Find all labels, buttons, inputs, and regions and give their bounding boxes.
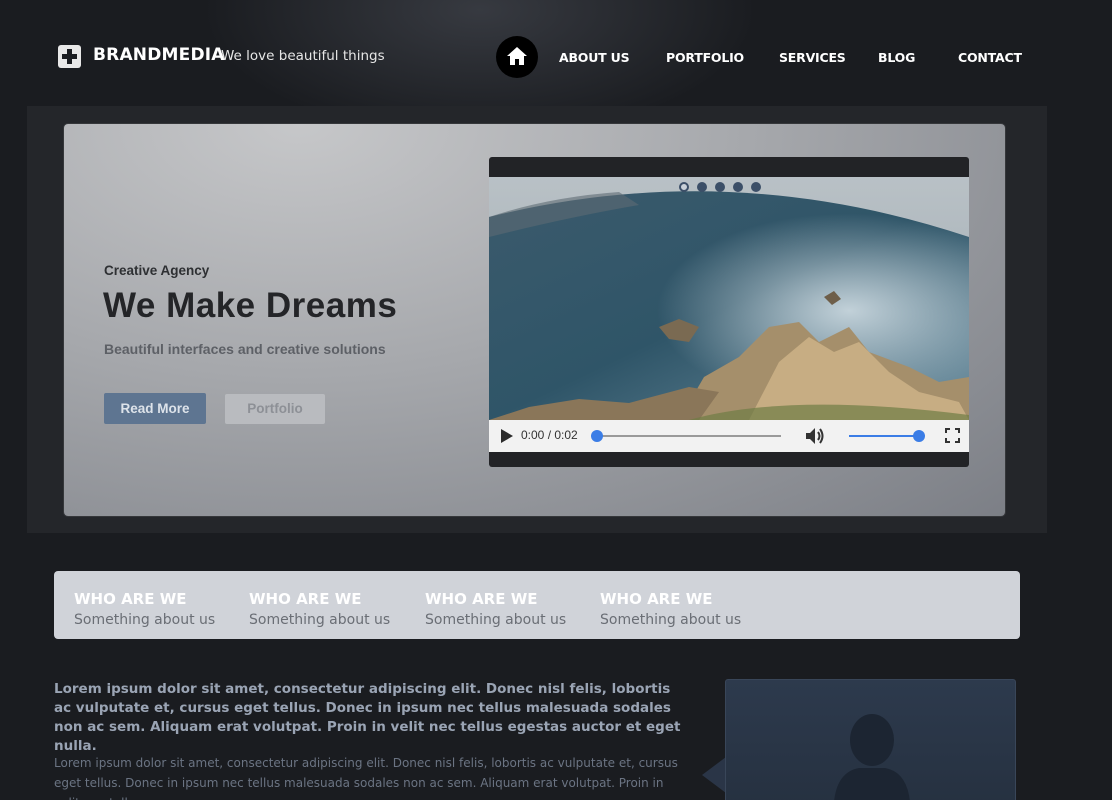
volume-knob[interactable] — [913, 430, 925, 442]
feature-tab-subtitle: Something about us — [425, 612, 567, 628]
slider-dot[interactable] — [697, 182, 707, 192]
slider-dot[interactable] — [751, 182, 761, 192]
slider-dots — [679, 182, 761, 192]
avatar-icon — [834, 714, 910, 800]
hero-headline: We Make Dreams — [103, 286, 398, 325]
feature-tab-title: WHO ARE WE — [425, 590, 538, 608]
lead-paragraph: Lorem ipsum dolor sit amet, consectetur … — [54, 681, 681, 754]
video-controls: 0:00 / 0:02 — [489, 420, 969, 452]
nav-blog[interactable]: BLOG — [878, 50, 915, 65]
feature-tab[interactable]: WHO ARE WE Something about us — [425, 590, 566, 628]
volume-icon[interactable] — [805, 427, 825, 445]
video-thumbnail — [489, 177, 969, 420]
portfolio-button[interactable]: Portfolio — [225, 394, 325, 424]
hero-subheadline: Beautiful interfaces and creative soluti… — [104, 341, 386, 357]
nav-services[interactable]: SERVICES — [779, 50, 846, 65]
read-more-button[interactable]: Read More — [104, 393, 206, 424]
home-icon — [507, 47, 527, 65]
brand-tagline: We love beautiful things — [221, 48, 385, 64]
video-progress-bar[interactable] — [597, 435, 781, 437]
brand-name[interactable]: BRANDMEDIA — [93, 45, 225, 65]
nav-portfolio[interactable]: PORTFOLIO — [666, 50, 744, 65]
body-paragraph: Lorem ipsum dolor sit amet, consectetur … — [54, 756, 678, 800]
video-time: 0:00 / 0:02 — [521, 428, 578, 442]
slider-dot[interactable] — [715, 182, 725, 192]
video-frame[interactable] — [489, 177, 969, 420]
play-icon[interactable] — [501, 429, 513, 443]
fullscreen-icon[interactable] — [945, 428, 960, 443]
slider-dot[interactable] — [733, 182, 743, 192]
feature-tab-subtitle: Something about us — [249, 612, 391, 628]
logo-plus-icon[interactable] — [58, 45, 81, 68]
feature-tab-subtitle: Something about us — [74, 612, 216, 628]
nav-about-us[interactable]: ABOUT US — [559, 50, 630, 65]
feature-tab[interactable]: WHO ARE WE Something about us — [249, 590, 390, 628]
feature-tab-subtitle: Something about us — [600, 612, 742, 628]
nav-contact[interactable]: CONTACT — [958, 50, 1022, 65]
volume-slider[interactable] — [849, 435, 919, 437]
feature-tab-title: WHO ARE WE — [74, 590, 187, 608]
profile-arrow — [702, 757, 726, 793]
home-button[interactable] — [496, 36, 538, 78]
video-progress-knob[interactable] — [591, 430, 603, 442]
hero-kicker: Creative Agency — [104, 263, 210, 278]
feature-tab-title: WHO ARE WE — [600, 590, 713, 608]
slider-dot[interactable] — [679, 182, 689, 192]
feature-tab[interactable]: WHO ARE WE Something about us — [74, 590, 215, 628]
feature-tab[interactable]: WHO ARE WE Something about us — [600, 590, 741, 628]
feature-tab-title: WHO ARE WE — [249, 590, 362, 608]
